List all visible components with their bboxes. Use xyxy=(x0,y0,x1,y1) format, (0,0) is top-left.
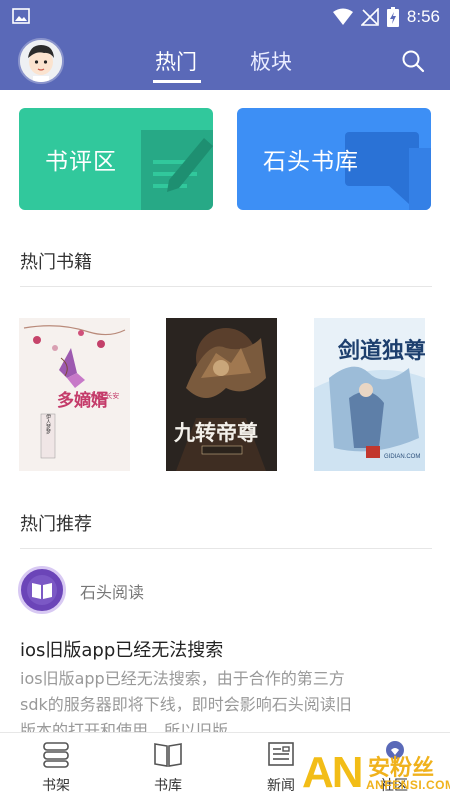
status-bar: 8:56 xyxy=(0,0,450,34)
signal-off-icon xyxy=(360,8,379,26)
book-2-title: 九转帝尊 xyxy=(173,420,258,445)
main-content: 书评区 石头书库 热门书籍 多嫡婿 大婚·长安 伊人梦梦 九转帝尊 剑道独尊 G… xyxy=(0,90,450,732)
recommend-author-name[interactable]: 石头阅读 xyxy=(80,579,144,603)
book-cover-1[interactable]: 多嫡婿 大婚·长安 伊人梦梦 xyxy=(19,318,130,471)
book-review-banner[interactable]: 书评区 xyxy=(19,108,213,210)
nav-bookshelf-label: 书架 xyxy=(42,778,70,794)
book-1-author: 伊人梦梦 xyxy=(45,413,51,435)
section-divider-2 xyxy=(20,548,432,549)
book-3-title: 剑道独尊 xyxy=(337,338,425,364)
app-header: 热门 板块 xyxy=(0,34,450,90)
status-time: 8:56 xyxy=(406,7,440,26)
active-tab-indicator xyxy=(153,80,201,83)
screen: 8:56 热门 板块 书评区 石头书库 热门书籍 多嫡婿 大婚·长安 伊人梦梦 … xyxy=(0,0,450,800)
watermark-url: ANFENSI.COM xyxy=(366,778,450,792)
stone-library-label: 石头书库 xyxy=(263,149,359,175)
section-divider xyxy=(20,286,432,287)
wifi-icon xyxy=(332,8,353,25)
tab-boards[interactable]: 板块 xyxy=(250,46,292,76)
post-title[interactable]: ios旧版app已经无法搜索 xyxy=(20,636,223,662)
stone-library-banner[interactable]: 石头书库 xyxy=(237,108,431,210)
hot-recommend-title: 热门推荐 xyxy=(20,514,92,535)
nav-library[interactable]: 书库 xyxy=(123,733,213,800)
post-excerpt[interactable]: ios旧版app已经无法搜索，由于合作的第三方sdk的服务器即将下线，即时会影响… xyxy=(20,666,365,732)
book-cover-art-2: 九转帝尊 xyxy=(166,318,277,471)
recommend-author-avatar[interactable] xyxy=(18,566,66,614)
book-cover-art-3: 剑道独尊 GIDIAN.COM xyxy=(314,318,425,471)
open-book-icon xyxy=(27,575,57,605)
battery-charging-icon xyxy=(386,7,399,27)
hot-books-title: 热门书籍 xyxy=(20,252,92,273)
book-review-label: 书评区 xyxy=(45,149,117,175)
tab-hot[interactable]: 热门 xyxy=(155,46,197,76)
book-open-icon xyxy=(154,743,182,767)
book-cover-2[interactable]: 九转帝尊 xyxy=(166,318,277,471)
bookshelf-icon xyxy=(43,742,69,768)
book-cover-3[interactable]: 剑道独尊 GIDIAN.COM xyxy=(314,318,425,471)
watermark-brand: AN xyxy=(302,748,364,797)
watermark-logo: AN 安粉丝 ANFENSI.COM xyxy=(300,748,450,800)
book-1-subtitle: 大婚·长安 xyxy=(89,391,119,400)
search-icon[interactable] xyxy=(400,48,426,74)
nav-bookshelf[interactable]: 书架 xyxy=(11,733,101,800)
book-3-subtitle: GIDIAN.COM xyxy=(384,454,420,460)
header-tabs: 热门 板块 xyxy=(0,34,450,90)
gallery-notification-icon xyxy=(12,8,30,24)
nav-library-label: 书库 xyxy=(154,778,182,794)
news-icon xyxy=(268,742,294,766)
book-cover-art-1: 多嫡婿 大婚·长安 伊人梦梦 xyxy=(19,318,130,471)
